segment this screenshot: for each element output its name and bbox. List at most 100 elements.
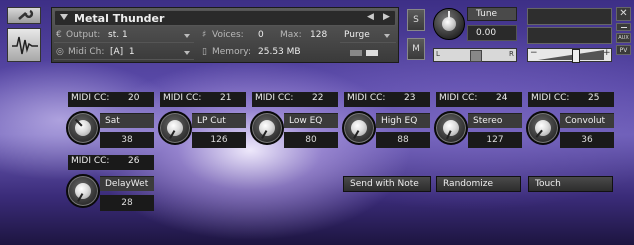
parameter-knob[interactable]: [158, 111, 192, 145]
parameter-knob[interactable]: [250, 111, 284, 145]
knob-module: MIDI CC: 20 Sat 38: [66, 92, 154, 156]
midi-cc-label: MIDI CC:: [255, 93, 294, 103]
wrench-button[interactable]: [7, 7, 41, 24]
midi-cc-label: MIDI CC:: [163, 93, 202, 103]
aux-button[interactable]: AUX: [616, 33, 631, 43]
midi-cc-value: 20: [128, 93, 140, 103]
midi-cc-value: 24: [496, 93, 508, 103]
max-value[interactable]: 128: [310, 30, 327, 40]
knob-value: 88: [397, 135, 409, 145]
midi-channel-field[interactable]: ◎ Midi Ch: [A] 1: [54, 46, 194, 60]
output-dropdown-icon: [184, 34, 190, 38]
volume-slider[interactable]: − +: [527, 48, 612, 63]
touch-label: Touch: [535, 179, 561, 189]
midi-cc-box[interactable]: MIDI CC: 22: [252, 92, 338, 107]
midi-ch-dropdown-icon: [184, 51, 190, 55]
knob-value-box[interactable]: 28: [100, 195, 154, 211]
knob-name: LP Cut: [197, 116, 226, 126]
send-with-note-label: Send with Note: [350, 179, 419, 189]
instrument-name-bar[interactable]: Metal Thunder ◀ ▶: [54, 10, 396, 26]
send-with-note-button[interactable]: Send with Note: [343, 176, 431, 192]
pan-left-label: L: [436, 50, 440, 58]
knob-name: Low EQ: [289, 116, 323, 126]
randomize-button[interactable]: Randomize: [436, 176, 521, 192]
knob-value-box[interactable]: 80: [284, 132, 338, 148]
voices-value: 0: [258, 30, 264, 40]
midi-cc-value: 23: [404, 93, 416, 103]
midi-ch-value: [A] 1: [110, 47, 135, 57]
midi-cc-value: 26: [128, 156, 140, 166]
minimize-button[interactable]: [616, 23, 631, 31]
knob-name-label: Low EQ: [284, 113, 338, 128]
knob-module: MIDI CC: 23 High EQ 88: [342, 92, 430, 156]
midi-cc-label: MIDI CC:: [439, 93, 478, 103]
tune-knob[interactable]: [433, 8, 465, 40]
volume-plus-label: +: [603, 48, 611, 58]
volume-minus-label: −: [530, 48, 538, 58]
midi-cc-box[interactable]: MIDI CC: 26: [68, 155, 154, 170]
purge-dropdown[interactable]: Purge: [340, 29, 396, 43]
knob-name-label: High EQ: [376, 113, 430, 128]
next-arrow-icon[interactable]: ▶: [383, 12, 390, 22]
parameter-knob[interactable]: [66, 174, 100, 208]
parameter-knob[interactable]: [434, 111, 468, 145]
wrench-icon: [16, 9, 34, 26]
prev-arrow-icon[interactable]: ◀: [367, 12, 374, 22]
knob-name: Convolut: [565, 116, 606, 126]
level-meter-right: [527, 27, 612, 44]
knob-value: 126: [210, 135, 228, 145]
knob-value-box[interactable]: 126: [192, 132, 246, 148]
midi-ch-label: Midi Ch:: [68, 47, 105, 57]
knob-value: 28: [121, 198, 133, 208]
instrument-name[interactable]: Metal Thunder: [74, 11, 164, 26]
volume-handle[interactable]: [572, 49, 580, 63]
knob-module: MIDI CC: 21 LP Cut 126: [158, 92, 246, 156]
tune-value-box[interactable]: 0.00: [467, 25, 517, 41]
knob-module: MIDI CC: 26 DelayWet 28: [66, 155, 154, 219]
knob-value-box[interactable]: 127: [468, 132, 522, 148]
solo-label: S: [413, 15, 419, 25]
close-icon: ✕: [619, 8, 628, 19]
voices-label: Voices:: [212, 30, 244, 40]
midi-cc-box[interactable]: MIDI CC: 25: [528, 92, 614, 107]
midi-cc-box[interactable]: MIDI CC: 21: [160, 92, 246, 107]
memory-value: 25.53 MB: [258, 47, 301, 57]
knob-value-box[interactable]: 88: [376, 132, 430, 148]
pan-right-label: R: [509, 50, 514, 58]
memory-icon: ▯: [202, 47, 207, 57]
purge-dropdown-icon: [384, 34, 390, 38]
parameter-knob[interactable]: [66, 111, 100, 145]
parameter-knob[interactable]: [526, 111, 560, 145]
midi-cc-box[interactable]: MIDI CC: 24: [436, 92, 522, 107]
pv-button[interactable]: PV: [616, 45, 631, 55]
midi-cc-box[interactable]: MIDI CC: 23: [344, 92, 430, 107]
touch-button[interactable]: Touch: [528, 176, 613, 192]
parameter-knob[interactable]: [342, 111, 376, 145]
knob-module: MIDI CC: 25 Convolut 36: [526, 92, 614, 156]
close-button[interactable]: ✕: [616, 7, 631, 21]
midi-cc-label: MIDI CC:: [71, 93, 110, 103]
tune-label: Tune: [476, 9, 498, 19]
knob-name: DelayWet: [105, 179, 149, 189]
output-field[interactable]: € Output: st. 1: [54, 29, 194, 43]
minimize-icon: [621, 27, 627, 28]
midi-cc-label: MIDI CC:: [347, 93, 386, 103]
midi-cc-value: 22: [312, 93, 324, 103]
midi-cc-box[interactable]: MIDI CC: 20: [68, 92, 154, 107]
knob-name: Stereo: [473, 116, 503, 126]
solo-button[interactable]: S: [407, 9, 425, 31]
voices-field: ♯ Voices: 0 Max: 128: [200, 29, 332, 43]
instrument-header: Metal Thunder ◀ ▶ € Output: st. 1 ♯ Voic…: [51, 7, 399, 63]
pan-handle[interactable]: [470, 50, 482, 62]
midi-cc-value: 21: [220, 93, 232, 103]
mute-button[interactable]: M: [407, 38, 425, 60]
knob-name-label: Convolut: [560, 113, 614, 128]
knob-name: High EQ: [381, 116, 418, 126]
knob-value-box[interactable]: 36: [560, 132, 614, 148]
randomize-label: Randomize: [443, 179, 494, 189]
tune-label-box: Tune: [467, 7, 517, 21]
knob-value-box[interactable]: 38: [100, 132, 154, 148]
waveform-button[interactable]: [7, 28, 41, 62]
pan-slider[interactable]: L R: [433, 48, 517, 62]
dropdown-arrow-icon[interactable]: [60, 14, 68, 20]
